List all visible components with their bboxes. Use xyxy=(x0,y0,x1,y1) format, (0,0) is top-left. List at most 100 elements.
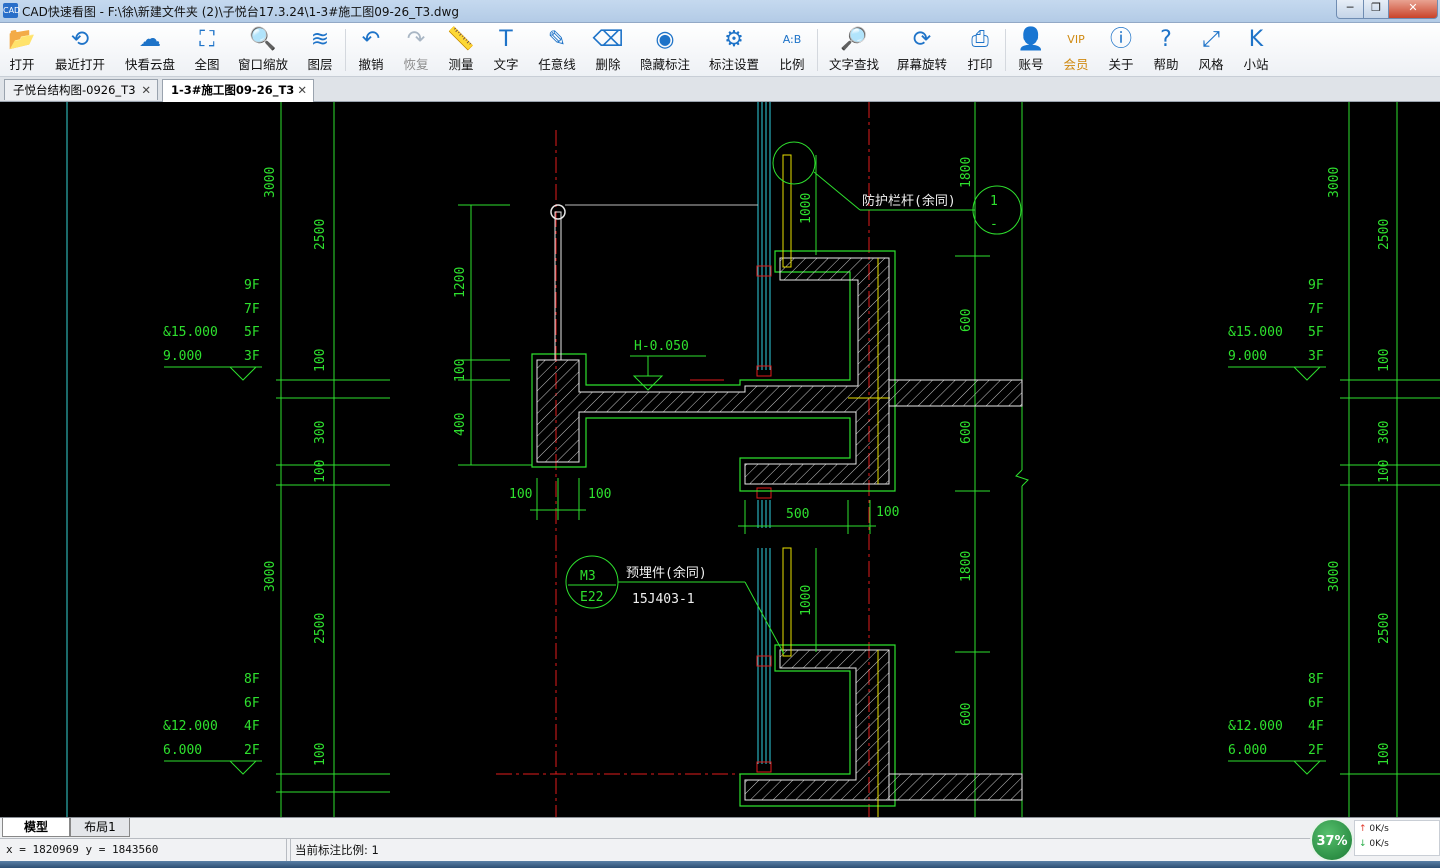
tab-construction-drawing[interactable]: 1-3#施工图09-26_T3 ✕ xyxy=(162,79,314,102)
toolbar-button-zoom-window[interactable]: 🔍 窗口缩放 xyxy=(233,25,293,73)
site-icon: K xyxy=(1248,27,1264,52)
toolbar-button-eye-hidden[interactable]: ◉ 隐藏标注 xyxy=(635,25,695,73)
toolbar-button-eraser[interactable]: ⌫ 删除 xyxy=(578,25,638,73)
elevation-label: 6.000 xyxy=(163,743,202,758)
maximize-button[interactable]: ❐ xyxy=(1363,0,1389,19)
toolbar-label: 删除 xyxy=(595,57,621,72)
history-icon: ⟲ xyxy=(70,27,90,52)
zoom-window-icon: 🔍 xyxy=(249,27,277,52)
tab-label: 子悦台结构图-0926_T3 xyxy=(13,83,136,97)
tab-label: 1-3#施工图09-26_T3 xyxy=(171,83,295,97)
toolbar-button-text-search[interactable]: 🔎 文字查找 xyxy=(824,25,884,73)
toolbar-button-history[interactable]: ⟲ 最近打开 xyxy=(50,25,110,73)
elevation-label: 9.000 xyxy=(1228,349,1267,364)
dim-text: 600 xyxy=(959,703,974,726)
toolbar-label: 文字查找 xyxy=(828,57,879,72)
toolbar-separator xyxy=(1005,29,1006,71)
floor-label: 2F xyxy=(244,743,260,758)
elevation-label: &12.000 xyxy=(163,719,218,734)
rotate-screen-icon: ⟳ xyxy=(912,27,932,52)
tab-layout1[interactable]: 布局1 xyxy=(70,818,130,837)
floor-label: 6F xyxy=(1308,696,1324,711)
tab-model[interactable]: 模型 xyxy=(2,818,70,837)
dim-text: 2500 xyxy=(313,219,328,250)
dim-text: 3000 xyxy=(263,167,278,198)
toolbar-button-settings[interactable]: ⚙ 标注设置 xyxy=(704,25,764,73)
settings-icon: ⚙ xyxy=(724,27,744,52)
dim-text: 100 xyxy=(876,505,899,520)
floor-label: 8F xyxy=(244,672,260,687)
floor-label: 7F xyxy=(244,302,260,317)
toolbar-separator xyxy=(817,29,818,71)
guardrail-note: 防护栏杆(余同) xyxy=(862,193,956,209)
floor-label: 3F xyxy=(1308,349,1324,364)
dim-text: 600 xyxy=(959,421,974,444)
layout-tabs: 模型 布局1 xyxy=(0,817,1440,838)
toolbar-button-cloud[interactable]: ☁ 快看云盘 xyxy=(120,25,180,73)
elevation-label: &15.000 xyxy=(163,325,218,340)
window-title: CAD快速看图 - F:\徐\新建文件夹 (2)\子悦台17.3.24\1-3#… xyxy=(22,5,459,19)
toolbar-button-rotate-screen[interactable]: ⟳ 屏幕旋转 xyxy=(892,25,952,73)
download-speed: ↓ 0K/s xyxy=(1359,839,1389,849)
close-tab-icon[interactable]: ✕ xyxy=(141,80,151,101)
dim-text: 1800 xyxy=(959,551,974,582)
eye-hidden-icon: ◉ xyxy=(655,27,675,52)
floor-label: 8F xyxy=(1308,672,1324,687)
dim-text: 3000 xyxy=(1327,561,1342,592)
memory-percent[interactable]: 37% xyxy=(1310,818,1354,862)
dim-text: 2500 xyxy=(1377,613,1392,644)
toolbar-separator xyxy=(345,29,346,71)
download-arrow-icon: ↓ xyxy=(1359,839,1367,849)
floor-label: 9F xyxy=(1308,278,1324,293)
dim-text: 300 xyxy=(313,421,328,444)
dim-text: 100 xyxy=(313,743,328,766)
floor-label: 4F xyxy=(244,719,260,734)
close-window-button[interactable]: ✕ xyxy=(1388,0,1438,19)
dim-text: 500 xyxy=(786,507,809,522)
toolbar-label: 窗口缩放 xyxy=(237,57,288,72)
dim-text: 100 xyxy=(1377,460,1392,483)
status-bar: x = 1820969 y = 1843560 当前标注比例: 1 xyxy=(0,838,1440,861)
toolbar-label: 小站 xyxy=(1243,57,1269,72)
net-speed-panel: ↑ 0K/s ↓ 0K/s + xyxy=(1354,820,1440,856)
dim-text: 300 xyxy=(1377,421,1392,444)
text-search-icon: 🔎 xyxy=(840,27,868,52)
network-monitor[interactable]: 37% ↑ 0K/s ↓ 0K/s + xyxy=(1310,818,1440,862)
elevation-label: 9.000 xyxy=(163,349,202,364)
dim-text: 2500 xyxy=(313,613,328,644)
embed-code-m3: M3 xyxy=(580,569,596,584)
toolbar-button-site[interactable]: K 小站 xyxy=(1226,25,1286,73)
dim-text: 2500 xyxy=(1377,219,1392,250)
toolbar-button-fit-all[interactable]: ⛶ 全图 xyxy=(177,25,237,73)
toolbar-label: 标注设置 xyxy=(708,57,759,72)
annotation-scale: 当前标注比例: 1 xyxy=(290,839,379,861)
dim-text: 100 xyxy=(313,460,328,483)
title-bar: CAD CAD快速看图 - F:\徐\新建文件夹 (2)\子悦台17.3.24\… xyxy=(0,0,1440,23)
toolbar-label: 最近打开 xyxy=(54,57,105,72)
dim-text: 400 xyxy=(453,413,468,436)
minimize-button[interactable]: ─ xyxy=(1336,0,1364,19)
detail-sheet: - xyxy=(990,217,998,232)
upload-speed: ↑ 0K/s xyxy=(1359,824,1389,834)
tab-structure-drawing[interactable]: 子悦台结构图-0926_T3 ✕ xyxy=(4,79,158,100)
dim-text: 600 xyxy=(959,309,974,332)
toolbar-button-folder-open[interactable]: 📂 打开 xyxy=(0,25,52,73)
level-mark: H-0.050 xyxy=(634,339,689,354)
taskbar xyxy=(0,861,1440,868)
app-icon: CAD xyxy=(3,3,20,18)
floor-label: 5F xyxy=(244,325,260,340)
eraser-icon: ⌫ xyxy=(592,27,624,52)
floor-label: 3F xyxy=(244,349,260,364)
floor-label: 9F xyxy=(244,278,260,293)
cad-drawing: 3000 2500 100 300 100 3000 2500 100 9F 7… xyxy=(66,102,1440,817)
drawing-canvas[interactable]: 3000 2500 100 300 100 3000 2500 100 9F 7… xyxy=(0,102,1440,817)
dim-text: 3000 xyxy=(263,561,278,592)
toolbar-button-scale[interactable]: A:B 比例 xyxy=(762,25,822,73)
close-tab-icon[interactable]: ✕ xyxy=(297,80,307,101)
elevation-label: 6.000 xyxy=(1228,743,1267,758)
toolbar-label: 屏幕旋转 xyxy=(896,57,947,72)
toolbar-label: 隐藏标注 xyxy=(639,57,690,72)
upload-value: 0K/s xyxy=(1369,824,1389,834)
status-divider xyxy=(286,839,287,861)
floor-label: 7F xyxy=(1308,302,1324,317)
